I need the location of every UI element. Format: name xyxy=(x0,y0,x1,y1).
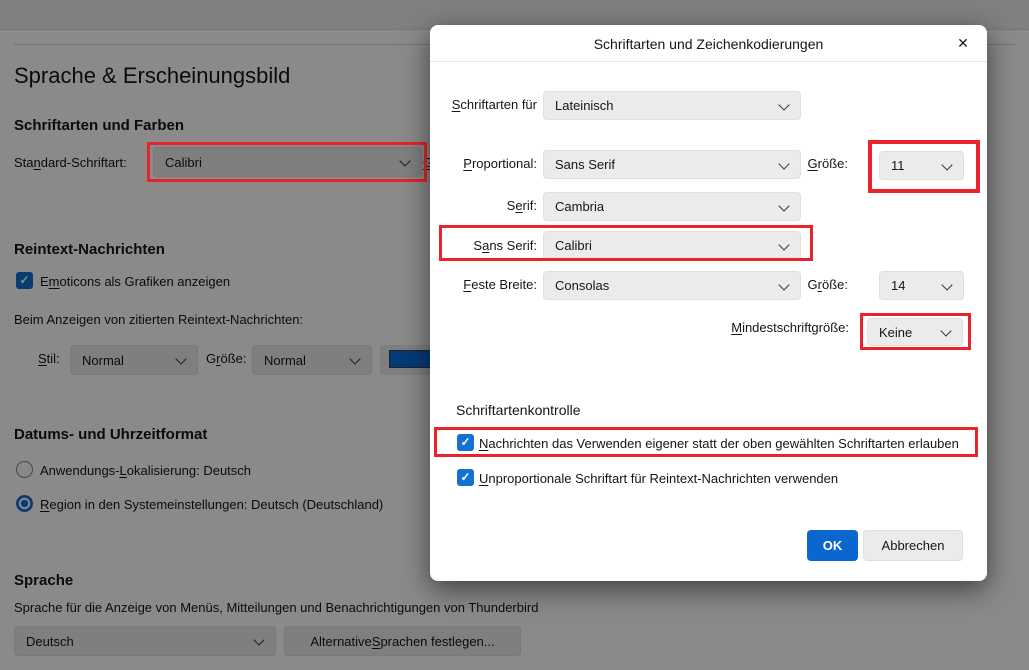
proportional-size-select[interactable]: 11 xyxy=(879,151,964,180)
chevron-down-icon xyxy=(778,98,790,111)
proportional-size-value: 11 xyxy=(891,158,905,173)
chevron-down-icon xyxy=(940,325,952,337)
chevron-down-icon xyxy=(778,199,790,212)
min-size-label: Mindestschriftgröße: xyxy=(731,320,849,335)
fixed-width-value: Consolas xyxy=(555,278,610,293)
fonts-for-select[interactable]: Lateinisch xyxy=(543,91,801,120)
proportional-value: Sans Serif xyxy=(555,157,615,172)
dialog-title-divider xyxy=(430,61,987,62)
serif-value: Cambria xyxy=(555,199,605,214)
proportional-select[interactable]: Sans Serif xyxy=(543,150,801,179)
fonts-for-label: Schriftarten für xyxy=(451,97,537,112)
proportional-label: Proportional: xyxy=(463,156,537,171)
min-size-value: Keine xyxy=(879,324,913,340)
sans-serif-select[interactable]: Calibri xyxy=(543,231,801,260)
proportional-size-label: Größe: xyxy=(807,156,848,171)
allow-custom-fonts-checkbox-label: Nachrichten das Verwenden eigener statt … xyxy=(479,436,959,451)
fixed-width-select[interactable]: Consolas xyxy=(543,271,801,300)
fixed-size-label: Größe: xyxy=(807,277,848,292)
fonts-dialog: Schriftarten und Zeichenkodierungen ✕ Sc… xyxy=(430,25,987,581)
fonts-for-value: Lateinisch xyxy=(555,98,614,113)
serif-label: Serif: xyxy=(506,198,537,213)
cancel-button[interactable]: Abbrechen xyxy=(863,530,963,561)
close-icon[interactable]: ✕ xyxy=(953,33,973,53)
chevron-down-icon xyxy=(941,278,953,291)
mono-for-plaintext-checkbox-label: Unproportionale Schriftart für Reintext-… xyxy=(479,471,839,486)
fixed-size-select[interactable]: 14 xyxy=(879,271,964,300)
chevron-down-icon xyxy=(778,238,790,251)
mono-for-plaintext-checkbox[interactable] xyxy=(457,469,474,486)
thunderbird-settings-screen: Sprache & Erscheinungsbild Schriftarten … xyxy=(0,0,1029,670)
allow-custom-fonts-checkbox[interactable] xyxy=(457,434,474,451)
serif-select[interactable]: Cambria xyxy=(543,192,801,221)
min-size-select[interactable]: Keine xyxy=(867,318,963,346)
dialog-title: Schriftarten und Zeichenkodierungen xyxy=(593,36,824,52)
chevron-down-icon xyxy=(941,158,953,171)
sans-serif-label: Sans Serif: xyxy=(473,238,537,253)
fixed-size-value: 14 xyxy=(891,278,906,293)
ok-button[interactable]: OK xyxy=(807,530,858,561)
sans-serif-value: Calibri xyxy=(555,238,592,253)
font-control-heading: Schriftartenkontrolle xyxy=(456,402,581,418)
fixed-width-label: Feste Breite: xyxy=(463,277,537,292)
